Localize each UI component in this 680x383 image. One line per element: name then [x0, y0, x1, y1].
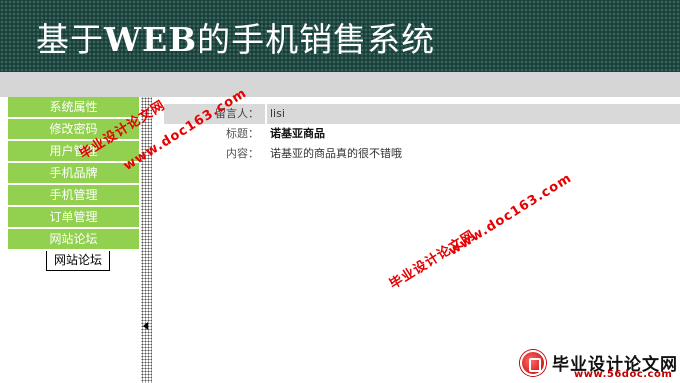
sidebar-item-phone-brands[interactable]: 手机品牌 — [8, 163, 139, 183]
sidebar-submenu-forum[interactable]: 网站论坛 — [46, 251, 110, 271]
app-title: 基于WEB的手机销售系统 — [36, 22, 435, 58]
site-logo: 毕业设计论文网 www.56doc.com — [516, 350, 680, 383]
author-row: 留言人： lisi — [164, 104, 680, 124]
sidebar-item-order-management[interactable]: 订单管理 — [8, 207, 139, 227]
sidebar-item-forum[interactable]: 网站论坛 — [8, 229, 139, 249]
frame-splitter[interactable] — [141, 97, 152, 383]
content-label: 内容： — [226, 147, 259, 160]
logo-url: www.56doc.com — [574, 369, 673, 380]
logo-emblem-icon — [520, 350, 546, 376]
message-detail: 留言人： lisi 标题： 诺基亚商品 内容： 诺基亚的商品真的很不错哦 — [164, 104, 680, 164]
collapse-arrow-icon[interactable] — [143, 322, 148, 330]
sidebar-item-phone-management[interactable]: 手机管理 — [8, 185, 139, 205]
header-divider — [265, 104, 267, 124]
sidebar-item-user-management[interactable]: 用户管理 — [8, 141, 139, 161]
app-title-web: WEB — [104, 20, 198, 59]
watermark-url-right: www.doc163.com — [446, 170, 575, 259]
title-value: 诺基亚商品 — [270, 127, 325, 140]
content-row: 内容： 诺基亚的商品真的很不错哦 — [164, 144, 680, 164]
content-value: 诺基亚的商品真的很不错哦 — [270, 147, 402, 160]
app-title-suffix: 的手机销售系统 — [197, 20, 436, 59]
author-value: lisi — [270, 107, 285, 120]
top-gray-bar — [0, 72, 680, 97]
title-row: 标题： 诺基亚商品 — [164, 124, 680, 144]
app-title-prefix: 基于 — [36, 20, 104, 59]
sidebar-item-system-properties[interactable]: 系统属性 — [8, 97, 139, 117]
header-banner: 基于WEB的手机销售系统 — [0, 0, 680, 72]
